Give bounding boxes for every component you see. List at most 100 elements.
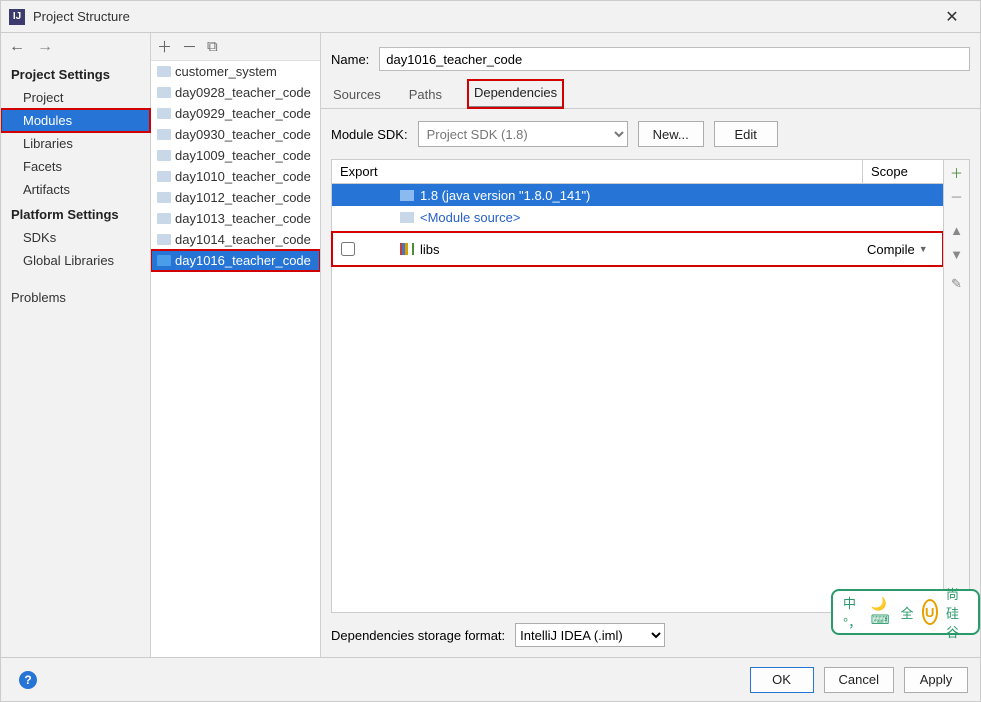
name-label: Name: — [331, 52, 369, 67]
help-icon[interactable]: ? — [19, 671, 37, 689]
folder-icon — [157, 150, 171, 161]
move-up-icon[interactable]: ▲ — [944, 218, 969, 242]
remove-dependency-icon[interactable]: － — [944, 184, 969, 208]
storage-row: Dependencies storage format: IntelliJ ID… — [321, 613, 980, 657]
folder-icon — [400, 190, 414, 201]
dep-module-source-label: <Module source> — [420, 210, 520, 225]
dependencies-table: Export Scope 1.8 (java version "1.8.0_14… — [332, 160, 943, 612]
dependencies-area: Export Scope 1.8 (java version "1.8.0_14… — [331, 159, 970, 613]
folder-icon — [157, 213, 171, 224]
dep-sidebar: ＋ － ▲ ▼ ✎ — [943, 160, 969, 612]
module-item-label: day1013_teacher_code — [175, 211, 311, 226]
folder-icon — [400, 212, 414, 223]
dep-libs-label: libs — [420, 242, 440, 257]
export-header[interactable]: Export — [332, 160, 863, 183]
tab-dependencies[interactable]: Dependencies — [468, 80, 563, 108]
nav-problems[interactable]: Problems — [1, 286, 150, 309]
folder-icon — [157, 192, 171, 203]
name-input[interactable] — [379, 47, 970, 71]
module-item[interactable]: day1009_teacher_code — [151, 145, 320, 166]
main: ← → Project Settings Project Modules Lib… — [1, 33, 980, 657]
storage-select[interactable]: IntelliJ IDEA (.iml) — [515, 623, 665, 647]
module-item[interactable]: day0928_teacher_code — [151, 82, 320, 103]
ok-button[interactable]: OK — [750, 667, 814, 693]
nav-libraries[interactable]: Libraries — [1, 132, 150, 155]
chevron-down-icon: ▼ — [919, 244, 928, 254]
remove-icon[interactable]: － — [182, 36, 197, 57]
module-item-label: day1016_teacher_code — [175, 253, 311, 268]
module-item[interactable]: day1012_teacher_code — [151, 187, 320, 208]
folder-icon — [157, 171, 171, 182]
module-item-label: customer_system — [175, 64, 277, 79]
edit-dependency-icon[interactable]: ✎ — [944, 272, 969, 296]
name-row: Name: — [321, 33, 980, 81]
modules-column: ＋ － ⧉ customer_system day0928_teacher_cod… — [151, 33, 321, 657]
nav-artifacts[interactable]: Artifacts — [1, 178, 150, 201]
dep-row-libs[interactable]: libs Compile▼ — [332, 232, 943, 266]
copy-icon[interactable]: ⧉ — [207, 38, 218, 55]
sdk-label: Module SDK: — [331, 127, 408, 142]
folder-icon — [157, 255, 171, 266]
app-icon: IJ — [9, 9, 25, 25]
module-item[interactable]: day1010_teacher_code — [151, 166, 320, 187]
add-icon[interactable]: ＋ — [157, 36, 172, 57]
apply-button[interactable]: Apply — [904, 667, 968, 693]
platform-settings-title: Platform Settings — [1, 201, 150, 226]
module-item[interactable]: day1013_teacher_code — [151, 208, 320, 229]
sdk-new-button[interactable]: New... — [638, 121, 704, 147]
module-item-label: day0930_teacher_code — [175, 127, 311, 142]
tab-sources[interactable]: Sources — [331, 82, 383, 108]
left-nav: ← → Project Settings Project Modules Lib… — [1, 33, 151, 657]
storage-label: Dependencies storage format: — [331, 628, 505, 643]
nav-facets[interactable]: Facets — [1, 155, 150, 178]
module-item[interactable]: day0929_teacher_code — [151, 103, 320, 124]
close-icon[interactable]: ✕ — [932, 7, 972, 27]
module-item[interactable]: day0930_teacher_code — [151, 124, 320, 145]
cancel-button[interactable]: Cancel — [824, 667, 894, 693]
dep-row-module-source[interactable]: <Module source> — [332, 206, 943, 228]
move-down-icon[interactable]: ▼ — [944, 242, 969, 266]
watermark: 中 °， 🌙 ⌨ 全 U 尚硅谷 — [831, 589, 980, 635]
scope-dropdown[interactable]: Compile▼ — [867, 242, 928, 257]
tab-paths[interactable]: Paths — [407, 82, 444, 108]
module-item[interactable]: customer_system — [151, 61, 320, 82]
folder-icon — [157, 108, 171, 119]
module-item-label: day0929_teacher_code — [175, 106, 311, 121]
forward-icon[interactable]: → — [37, 38, 53, 56]
modules-toolbar: ＋ － ⧉ — [151, 33, 320, 61]
module-item-label: day1014_teacher_code — [175, 232, 311, 247]
right-panel: Name: Sources Paths Dependencies Module … — [321, 33, 980, 657]
sdk-row: Module SDK: Project SDK (1.8) New... Edi… — [321, 109, 980, 159]
dep-header: Export Scope — [332, 160, 943, 184]
module-tabs: Sources Paths Dependencies — [321, 81, 980, 109]
footer: ? OK Cancel Apply — [1, 657, 980, 701]
project-settings-title: Project Settings — [1, 61, 150, 86]
folder-icon — [157, 234, 171, 245]
nav-arrows: ← → — [1, 33, 150, 61]
titlebar: IJ Project Structure ✕ — [1, 1, 980, 33]
sdk-select[interactable]: Project SDK (1.8) — [418, 121, 628, 147]
nav-sdks[interactable]: SDKs — [1, 226, 150, 249]
module-item-label: day1009_teacher_code — [175, 148, 311, 163]
module-item-label: day1012_teacher_code — [175, 190, 311, 205]
dep-row-sdk[interactable]: 1.8 (java version "1.8.0_141") — [332, 184, 943, 206]
folder-icon — [157, 129, 171, 140]
folder-icon — [157, 87, 171, 98]
module-item[interactable]: day1016_teacher_code — [151, 250, 320, 271]
sdk-edit-button[interactable]: Edit — [714, 121, 778, 147]
watermark-logo: U — [922, 599, 938, 625]
nav-modules[interactable]: Modules — [1, 109, 150, 132]
nav-global-libraries[interactable]: Global Libraries — [1, 249, 150, 272]
scope-header[interactable]: Scope — [863, 160, 943, 183]
window-title: Project Structure — [33, 9, 932, 24]
libs-export-checkbox[interactable] — [341, 242, 355, 256]
module-item-label: day1010_teacher_code — [175, 169, 311, 184]
dep-sdk-label: 1.8 (java version "1.8.0_141") — [420, 188, 590, 203]
module-list[interactable]: customer_system day0928_teacher_code day09… — [151, 61, 320, 657]
library-icon — [400, 243, 414, 255]
folder-icon — [157, 66, 171, 77]
module-item[interactable]: day1014_teacher_code — [151, 229, 320, 250]
add-dependency-icon[interactable]: ＋ — [944, 160, 969, 184]
nav-project[interactable]: Project — [1, 86, 150, 109]
back-icon[interactable]: ← — [9, 38, 25, 56]
